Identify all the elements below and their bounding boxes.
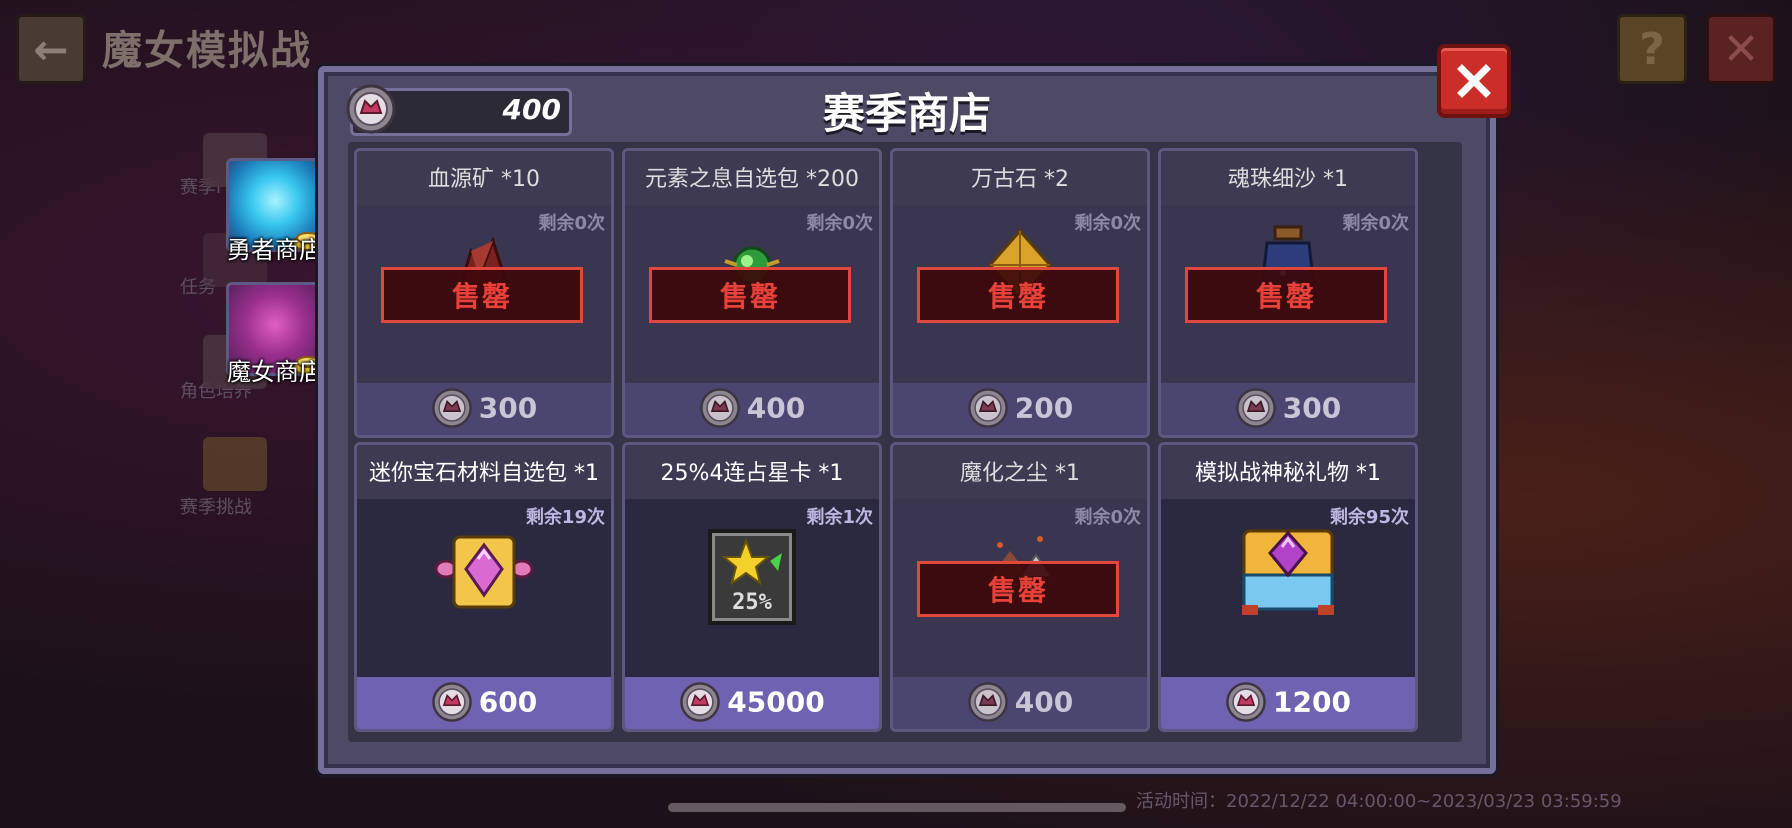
witch-coin-icon [680, 682, 721, 722]
chest-icon [203, 437, 267, 491]
item-name: 元素之息自选包 *200 [645, 167, 859, 192]
sold-out-label: 售罄 [649, 267, 851, 323]
item-price: 1200 [1161, 681, 1415, 723]
price-value: 45000 [727, 685, 825, 719]
close-page-button[interactable]: ✕ [1706, 14, 1776, 84]
witch-coin-icon [967, 682, 1008, 722]
page-title: 魔女模拟战 [102, 28, 312, 74]
shop-item-card[interactable]: 迷你宝石材料自选包 *1 剩余19次 600 [354, 442, 614, 732]
item-remaining: 剩余0次 [1074, 507, 1141, 528]
sold-out-label: 售罄 [917, 267, 1119, 323]
question-icon: ? [1639, 23, 1665, 75]
side-item-label: 赛季挑战 [180, 497, 252, 518]
arrow-left-icon: ← [33, 24, 69, 74]
card-percent-label: 25% [732, 590, 772, 615]
item-price: 300 [1161, 387, 1415, 429]
item-remaining: 剩余95次 [1329, 507, 1409, 528]
item-price: 600 [357, 681, 611, 723]
back-button[interactable]: ← [16, 14, 86, 84]
sold-out-label: 售罄 [1185, 267, 1387, 323]
tab-label: 魔女商店 [227, 358, 323, 386]
modal-title: 赛季商店 [822, 89, 991, 138]
witch-coin-icon [431, 682, 472, 722]
sold-out-label: 售罄 [917, 561, 1119, 617]
side-item-challenge[interactable]: 赛季挑战 [170, 437, 300, 519]
shop-item-card[interactable]: 模拟战神秘礼物 *1 剩余95次 1200 [1158, 442, 1418, 732]
modal-close-button[interactable] [1437, 44, 1511, 118]
star-card-icon: 25% [708, 529, 796, 625]
item-name: 模拟战神秘礼物 *1 [1195, 461, 1381, 486]
home-indicator[interactable] [668, 803, 1126, 812]
shop-item-card[interactable]: 元素之息自选包 *200 剩余0次 售罄 400 [622, 148, 882, 438]
witch-coin-icon [431, 388, 472, 428]
witch-coin-icon [967, 388, 1008, 428]
mystery-gift-chest-icon [1242, 529, 1334, 615]
price-value: 200 [1014, 391, 1074, 425]
tab-label: 勇者商店 [227, 236, 323, 264]
tab-hero-shop[interactable]: 勇者商店 [226, 158, 324, 264]
item-price: 45000 [625, 681, 879, 723]
shop-item-card[interactable]: 魂珠细沙 *1 剩余0次 售罄 300 [1158, 148, 1418, 438]
star-icon [721, 538, 782, 586]
item-price: 400 [893, 681, 1147, 723]
item-remaining: 剩余0次 [1074, 213, 1141, 234]
close-icon: ✕ [1722, 23, 1760, 75]
item-remaining: 剩余19次 [525, 507, 605, 528]
item-price: 200 [893, 387, 1147, 429]
item-remaining: 剩余0次 [806, 213, 873, 234]
witch-coin-icon [1235, 388, 1276, 428]
event-time: 活动时间：2022/12/22 04:00:00~2023/03/23 03:5… [1136, 791, 1622, 812]
season-shop-modal: 400 赛季商店 血源矿 *10 剩余0次 售罄 300 元素之息自选包 *20… [318, 44, 1511, 774]
price-value: 400 [746, 391, 806, 425]
shop-item-card[interactable]: 血源矿 *10 剩余0次 售罄 300 [354, 148, 614, 438]
close-x-icon [1457, 64, 1491, 98]
gem-pack-icon [434, 535, 534, 609]
price-value: 400 [1014, 685, 1074, 719]
shop-item-card[interactable]: 25%4连占星卡 *1 剩余1次 25% 45000 [622, 442, 882, 732]
shop-item-card[interactable]: 魔化之尘 *1 剩余0次 售罄 400 [890, 442, 1150, 732]
price-value: 600 [478, 685, 538, 719]
tab-witch-shop[interactable]: 魔女商店 [226, 282, 324, 386]
shop-grid: 血源矿 *10 剩余0次 售罄 300 元素之息自选包 *200 剩余0次 售罄… [348, 142, 1462, 742]
witch-coin-icon [699, 388, 740, 428]
shop-item-card[interactable]: 万古石 *2 剩余0次 售罄 200 [890, 148, 1150, 438]
item-name: 迷你宝石材料自选包 *1 [369, 461, 599, 486]
witch-coin-icon [1226, 682, 1266, 722]
item-name: 魔化之尘 *1 [960, 461, 1080, 486]
item-name: 万古石 *2 [971, 167, 1069, 192]
item-name: 25%4连占星卡 *1 [660, 461, 844, 486]
price-value: 300 [1282, 391, 1342, 425]
item-price: 400 [625, 387, 879, 429]
item-price: 300 [357, 387, 611, 429]
item-name: 魂珠细沙 *1 [1228, 167, 1348, 192]
item-remaining: 剩余0次 [538, 213, 605, 234]
price-value: 300 [478, 391, 538, 425]
item-remaining: 剩余0次 [1342, 213, 1409, 234]
item-name: 血源矿 *10 [428, 167, 540, 192]
price-value: 1200 [1273, 685, 1351, 719]
sold-out-label: 售罄 [381, 267, 583, 323]
item-remaining: 剩余1次 [806, 507, 873, 528]
help-button[interactable]: ? [1617, 14, 1687, 84]
